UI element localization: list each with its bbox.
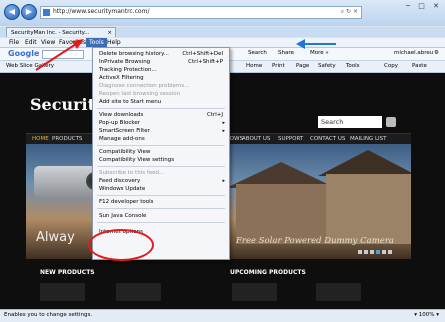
status-bar: Enables you to change settings. ▾ 100% ▾	[0, 309, 445, 322]
browser-window: ◀ ▶ http://www.securitymantrc.com/ ⌕ ↻ ×…	[0, 0, 445, 322]
red-arrow-icon	[35, 39, 84, 71]
blue-arrow-icon	[296, 39, 336, 49]
zoom-level-button[interactable]: ▾ 100% ▾	[414, 312, 439, 318]
annotation-arrows	[35, 39, 336, 71]
status-text: Enables you to change settings.	[4, 312, 93, 318]
